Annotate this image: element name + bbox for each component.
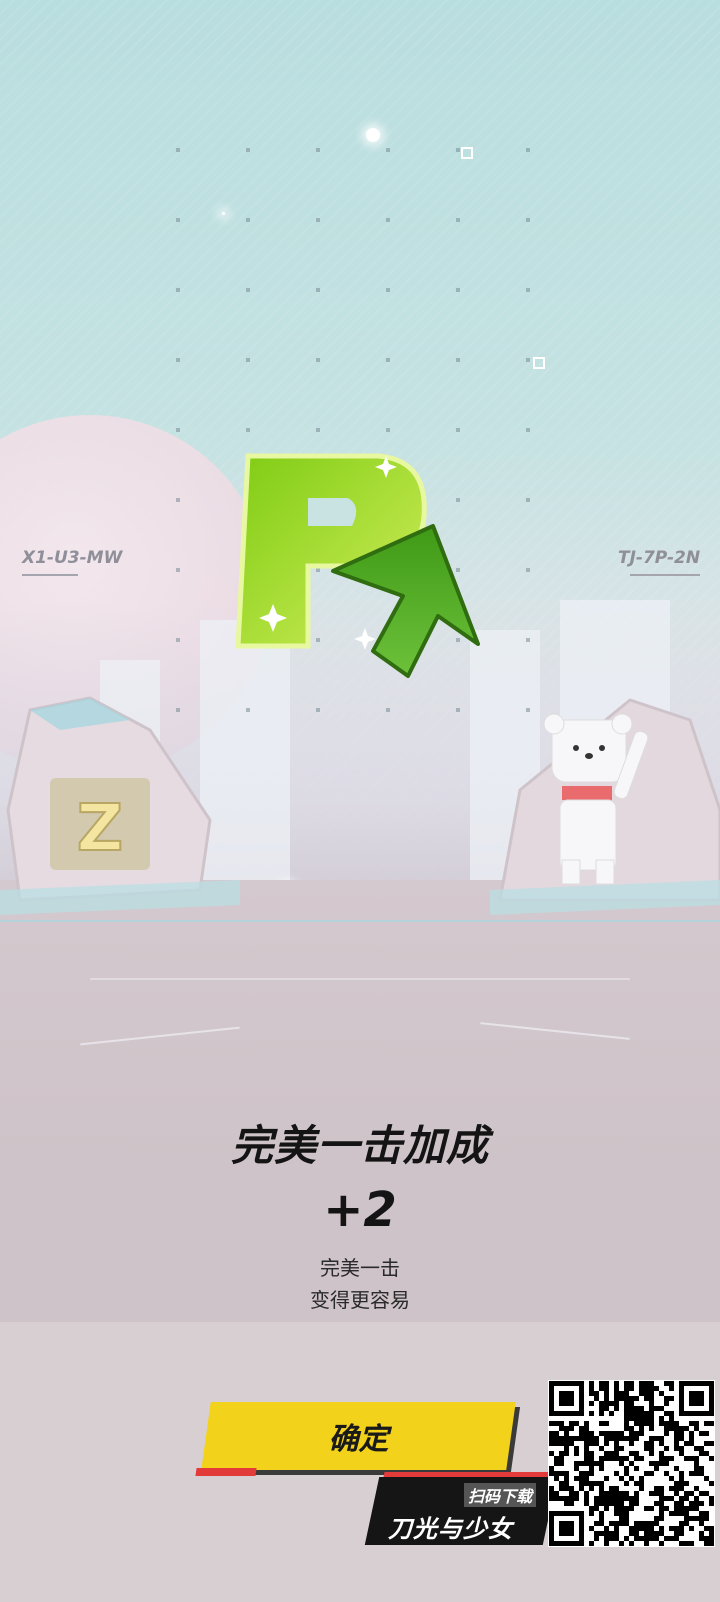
right-stage-label: TJ-7P-2N (618, 548, 700, 576)
reward-description-line2: 变得更容易 (310, 1288, 410, 1312)
right-platform (490, 698, 720, 915)
sparkle (222, 212, 225, 215)
sparkle-square (461, 147, 473, 159)
reward-description-line1: 完美一击 (320, 1256, 400, 1280)
reward-title: 完美一击加成 (230, 1121, 489, 1170)
left-stage-label: X1-U3-MW (22, 548, 122, 576)
left-platform: Z (0, 696, 240, 915)
reward-bonus: +2 (323, 1182, 397, 1238)
scan-download-label: 扫码下载 (463, 1483, 536, 1507)
download-promo[interactable]: 扫码下载 刀光与少女 (364, 1472, 558, 1545)
sparkle-square (533, 357, 545, 369)
sparkle (366, 128, 380, 142)
confirm-button-label: 确定 (328, 1422, 389, 1457)
z-letter-icon: Z (77, 792, 123, 866)
p-letter-with-up-arrow-icon (235, 453, 480, 678)
game-scene: X1-U3-MW TJ-7P-2N Z 完美一击加成 +2 完美一击 变得更容易… (0, 0, 720, 1602)
game-name-label: 刀光与少女 (388, 1515, 513, 1543)
confirm-button[interactable]: 确定 (195, 1402, 516, 1476)
qr-code-icon[interactable] (548, 1380, 715, 1547)
